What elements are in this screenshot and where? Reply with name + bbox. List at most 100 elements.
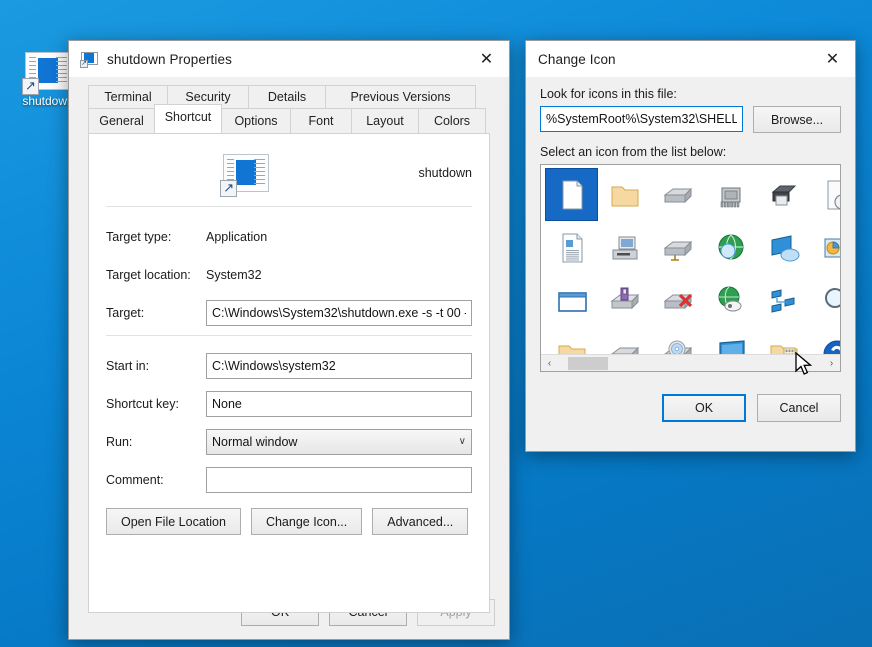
change-icon-ok-button[interactable]: OK	[662, 394, 746, 422]
run-dropdown-value: Normal window	[212, 434, 298, 449]
window-icon	[557, 291, 587, 312]
comment-input[interactable]	[206, 466, 472, 493]
icon-cell-presentation-icon[interactable]	[810, 221, 840, 274]
icon-cell-window-icon[interactable]	[545, 274, 598, 327]
shortcut-preview-icon: ↗	[220, 154, 270, 197]
run-label: Run:	[106, 434, 133, 449]
run-row: Run: Normal window ∨	[106, 426, 472, 457]
dialup-connection-icon	[718, 286, 741, 311]
start-in-label: Start in:	[106, 358, 150, 373]
icon-cell-printer-icon[interactable]	[757, 168, 810, 221]
icon-cell-document-icon[interactable]	[545, 168, 598, 221]
header-divider	[106, 206, 472, 207]
icon-cell-floppy-drive-icon[interactable]	[598, 274, 651, 327]
scrollbar-track[interactable]	[558, 355, 823, 372]
globe-internet-icon	[718, 234, 743, 259]
icon-cell-recent-documents-icon[interactable]	[810, 168, 840, 221]
hard-drive-icon	[663, 187, 692, 203]
tab-options[interactable]: Options	[221, 108, 291, 133]
change-icon-window: Change Icon ✕ Look for icons in this fil…	[525, 40, 856, 452]
look-for-icons-label: Look for icons in this file:	[540, 87, 677, 101]
icon-cell-text-document-icon[interactable]	[545, 221, 598, 274]
icon-path-input[interactable]	[540, 106, 743, 132]
shortcut-action-buttons: Open File Location Change Icon... Advanc…	[106, 508, 472, 535]
scrollbar-thumb[interactable]	[568, 356, 608, 370]
comment-label: Comment:	[106, 472, 164, 487]
target-type-label: Target type:	[106, 229, 172, 244]
start-in-input[interactable]	[206, 352, 472, 379]
icon-cell-network-nodes-icon[interactable]	[757, 274, 810, 327]
shortcut-key-row: Shortcut key:	[106, 388, 472, 419]
text-document-icon	[562, 233, 582, 262]
shortcut-name-label: shutdown	[418, 166, 472, 180]
change-icon-title: Change Icon	[538, 51, 616, 67]
scanner-icon	[612, 236, 637, 259]
scroll-left-icon[interactable]: ‹	[541, 358, 558, 369]
tab-font[interactable]: Font	[290, 108, 352, 133]
target-row: Target:	[106, 297, 472, 328]
change-icon-cancel-button[interactable]: Cancel	[757, 394, 841, 422]
shortcut-arrow-overlay-icon: ↗	[220, 180, 238, 197]
open-file-location-button[interactable]: Open File Location	[106, 508, 241, 535]
memory-chip-icon	[720, 187, 740, 207]
presentation-icon	[824, 238, 840, 257]
change-icon-footer: OK Cancel	[526, 372, 855, 422]
icon-cell-network-drive-icon[interactable]	[651, 221, 704, 274]
shortcut-key-input[interactable]	[206, 390, 472, 417]
icon-cell-dialup-connection-icon[interactable]	[704, 274, 757, 327]
shutdown-properties-window: ↗ shutdown Properties ✕ Terminal Security…	[68, 40, 510, 640]
network-computer-icon	[771, 234, 799, 261]
change-icon-button[interactable]: Change Icon...	[250, 508, 363, 535]
advanced-button[interactable]: Advanced...	[372, 508, 469, 535]
icon-cell-disconnect-drive-icon[interactable]	[651, 274, 704, 327]
start-in-row: Start in:	[106, 350, 472, 381]
shortcut-key-label: Shortcut key:	[106, 396, 179, 411]
run-dropdown[interactable]: Normal window ∨	[206, 428, 472, 455]
tab-layout[interactable]: Layout	[351, 108, 419, 133]
target-location-row: Target location: System32	[106, 259, 472, 290]
icon-cell-folder-icon[interactable]	[598, 168, 651, 221]
tab-details[interactable]: Details	[248, 85, 326, 108]
target-type-value: Application	[206, 229, 268, 244]
target-label: Target:	[106, 305, 145, 320]
scroll-right-icon[interactable]: ›	[823, 358, 840, 369]
browse-button[interactable]: Browse...	[753, 106, 841, 133]
properties-titlebar: ↗ shutdown Properties ✕	[69, 41, 509, 77]
properties-tabrow-bottom: General Shortcut Options Font Layout Colors	[88, 104, 500, 133]
properties-tabstrip: Terminal Security Details Previous Versions…	[78, 85, 500, 133]
printer-icon	[771, 185, 796, 205]
target-input[interactable]	[206, 299, 472, 326]
icon-cell-globe-internet-icon[interactable]	[704, 221, 757, 274]
tab-general[interactable]: General	[88, 108, 155, 133]
network-drive-icon	[663, 240, 692, 261]
properties-close-button[interactable]: ✕	[464, 42, 509, 77]
tab-shortcut[interactable]: Shortcut	[154, 104, 222, 133]
properties-tabrow-top: Terminal Security Details Previous Versions	[88, 85, 500, 108]
shortcut-tab-panel: ↗ shutdown Target type: Application Targ…	[88, 133, 490, 613]
change-icon-close-button[interactable]: ✕	[810, 42, 855, 77]
change-icon-titlebar: Change Icon ✕	[526, 41, 855, 77]
icon-path-row: Browse...	[540, 106, 841, 133]
folder-icon	[611, 186, 638, 206]
icon-cell-network-computer-icon[interactable]	[757, 221, 810, 274]
shutdown-shortcut-icon: ↗	[22, 52, 71, 95]
icon-cell-memory-chip-icon[interactable]	[704, 168, 757, 221]
icon-listbox[interactable]: ‹ ›	[540, 164, 841, 372]
target-divider	[106, 335, 472, 336]
target-location-label: Target location:	[106, 267, 191, 282]
floppy-drive-icon	[610, 287, 639, 309]
tab-colors[interactable]: Colors	[418, 108, 486, 133]
chevron-down-icon: ∨	[458, 436, 466, 447]
properties-title: shutdown Properties	[107, 51, 232, 67]
icon-grid	[541, 165, 840, 371]
icon-cell-scanner-icon[interactable]	[598, 221, 651, 274]
window-app-icon: ↗	[80, 51, 98, 68]
network-nodes-icon	[771, 288, 794, 313]
icon-cell-hard-drive-icon[interactable]	[651, 168, 704, 221]
shortcut-header-row: ↗ shutdown	[106, 148, 472, 202]
tab-previous-versions[interactable]: Previous Versions	[325, 85, 476, 108]
icon-list-horizontal-scrollbar[interactable]: ‹ ›	[541, 354, 840, 371]
disconnect-drive-icon	[663, 293, 692, 309]
icon-cell-search-magnifier-icon[interactable]	[810, 274, 840, 327]
shortcut-arrow-overlay-icon: ↗	[22, 78, 39, 95]
